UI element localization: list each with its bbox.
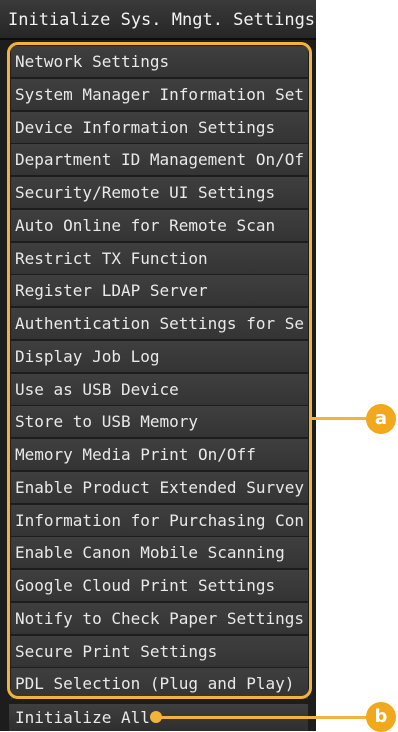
- menu-item-device-information[interactable]: Device Information Settings: [11, 111, 308, 143]
- menu-item-network-settings[interactable]: Network Settings: [11, 46, 308, 77]
- menu-item-memory-media-print[interactable]: Memory Media Print On/Off: [11, 439, 308, 470]
- menu-item-display-job-log[interactable]: Display Job Log: [11, 340, 308, 372]
- menu-item-pdl-selection[interactable]: PDL Selection (Plug and Play): [11, 668, 308, 700]
- callout-b-badge: b: [366, 702, 396, 732]
- callout-b-pointer-dot: [150, 711, 162, 723]
- callout-a-badge: a: [366, 404, 396, 434]
- menu-item-auto-online-remote-scan[interactable]: Auto Online for Remote Scan: [11, 209, 308, 241]
- menu-item-department-id-management[interactable]: Department ID Management On/Of: [11, 144, 308, 176]
- menu-item-system-manager-information[interactable]: System Manager Information Set: [11, 78, 308, 110]
- menu-item-security-remote-ui[interactable]: Security/Remote UI Settings: [11, 177, 308, 208]
- menu-item-enable-canon-mobile-scanning[interactable]: Enable Canon Mobile Scanning: [11, 537, 308, 569]
- callout-b-leader-line: [156, 716, 368, 719]
- menu-item-information-for-purchasing[interactable]: Information for Purchasing Con: [11, 504, 308, 536]
- menu-item-authentication-settings[interactable]: Authentication Settings for Se: [11, 308, 308, 339]
- menu-item-store-to-usb-memory[interactable]: Store to USB Memory: [11, 406, 308, 438]
- menu-item-register-ldap-server[interactable]: Register LDAP Server: [11, 275, 308, 307]
- callout-a-leader-line: [312, 417, 368, 420]
- menu-item-notify-check-paper[interactable]: Notify to Check Paper Settings: [11, 602, 308, 634]
- menu-item-restrict-tx-function[interactable]: Restrict TX Function: [11, 242, 308, 274]
- menu-item-use-as-usb-device[interactable]: Use as USB Device: [11, 373, 308, 405]
- menu-item-enable-product-extended-survey[interactable]: Enable Product Extended Survey: [11, 471, 308, 503]
- menu-item-secure-print[interactable]: Secure Print Settings: [11, 635, 308, 667]
- menu-item-google-cloud-print[interactable]: Google Cloud Print Settings: [11, 570, 308, 601]
- settings-panel: Initialize Sys. Mngt. Settings Network S…: [0, 0, 316, 731]
- screen-title: Initialize Sys. Mngt. Settings: [0, 0, 316, 40]
- settings-menu-list: Network Settings System Manager Informat…: [11, 46, 308, 701]
